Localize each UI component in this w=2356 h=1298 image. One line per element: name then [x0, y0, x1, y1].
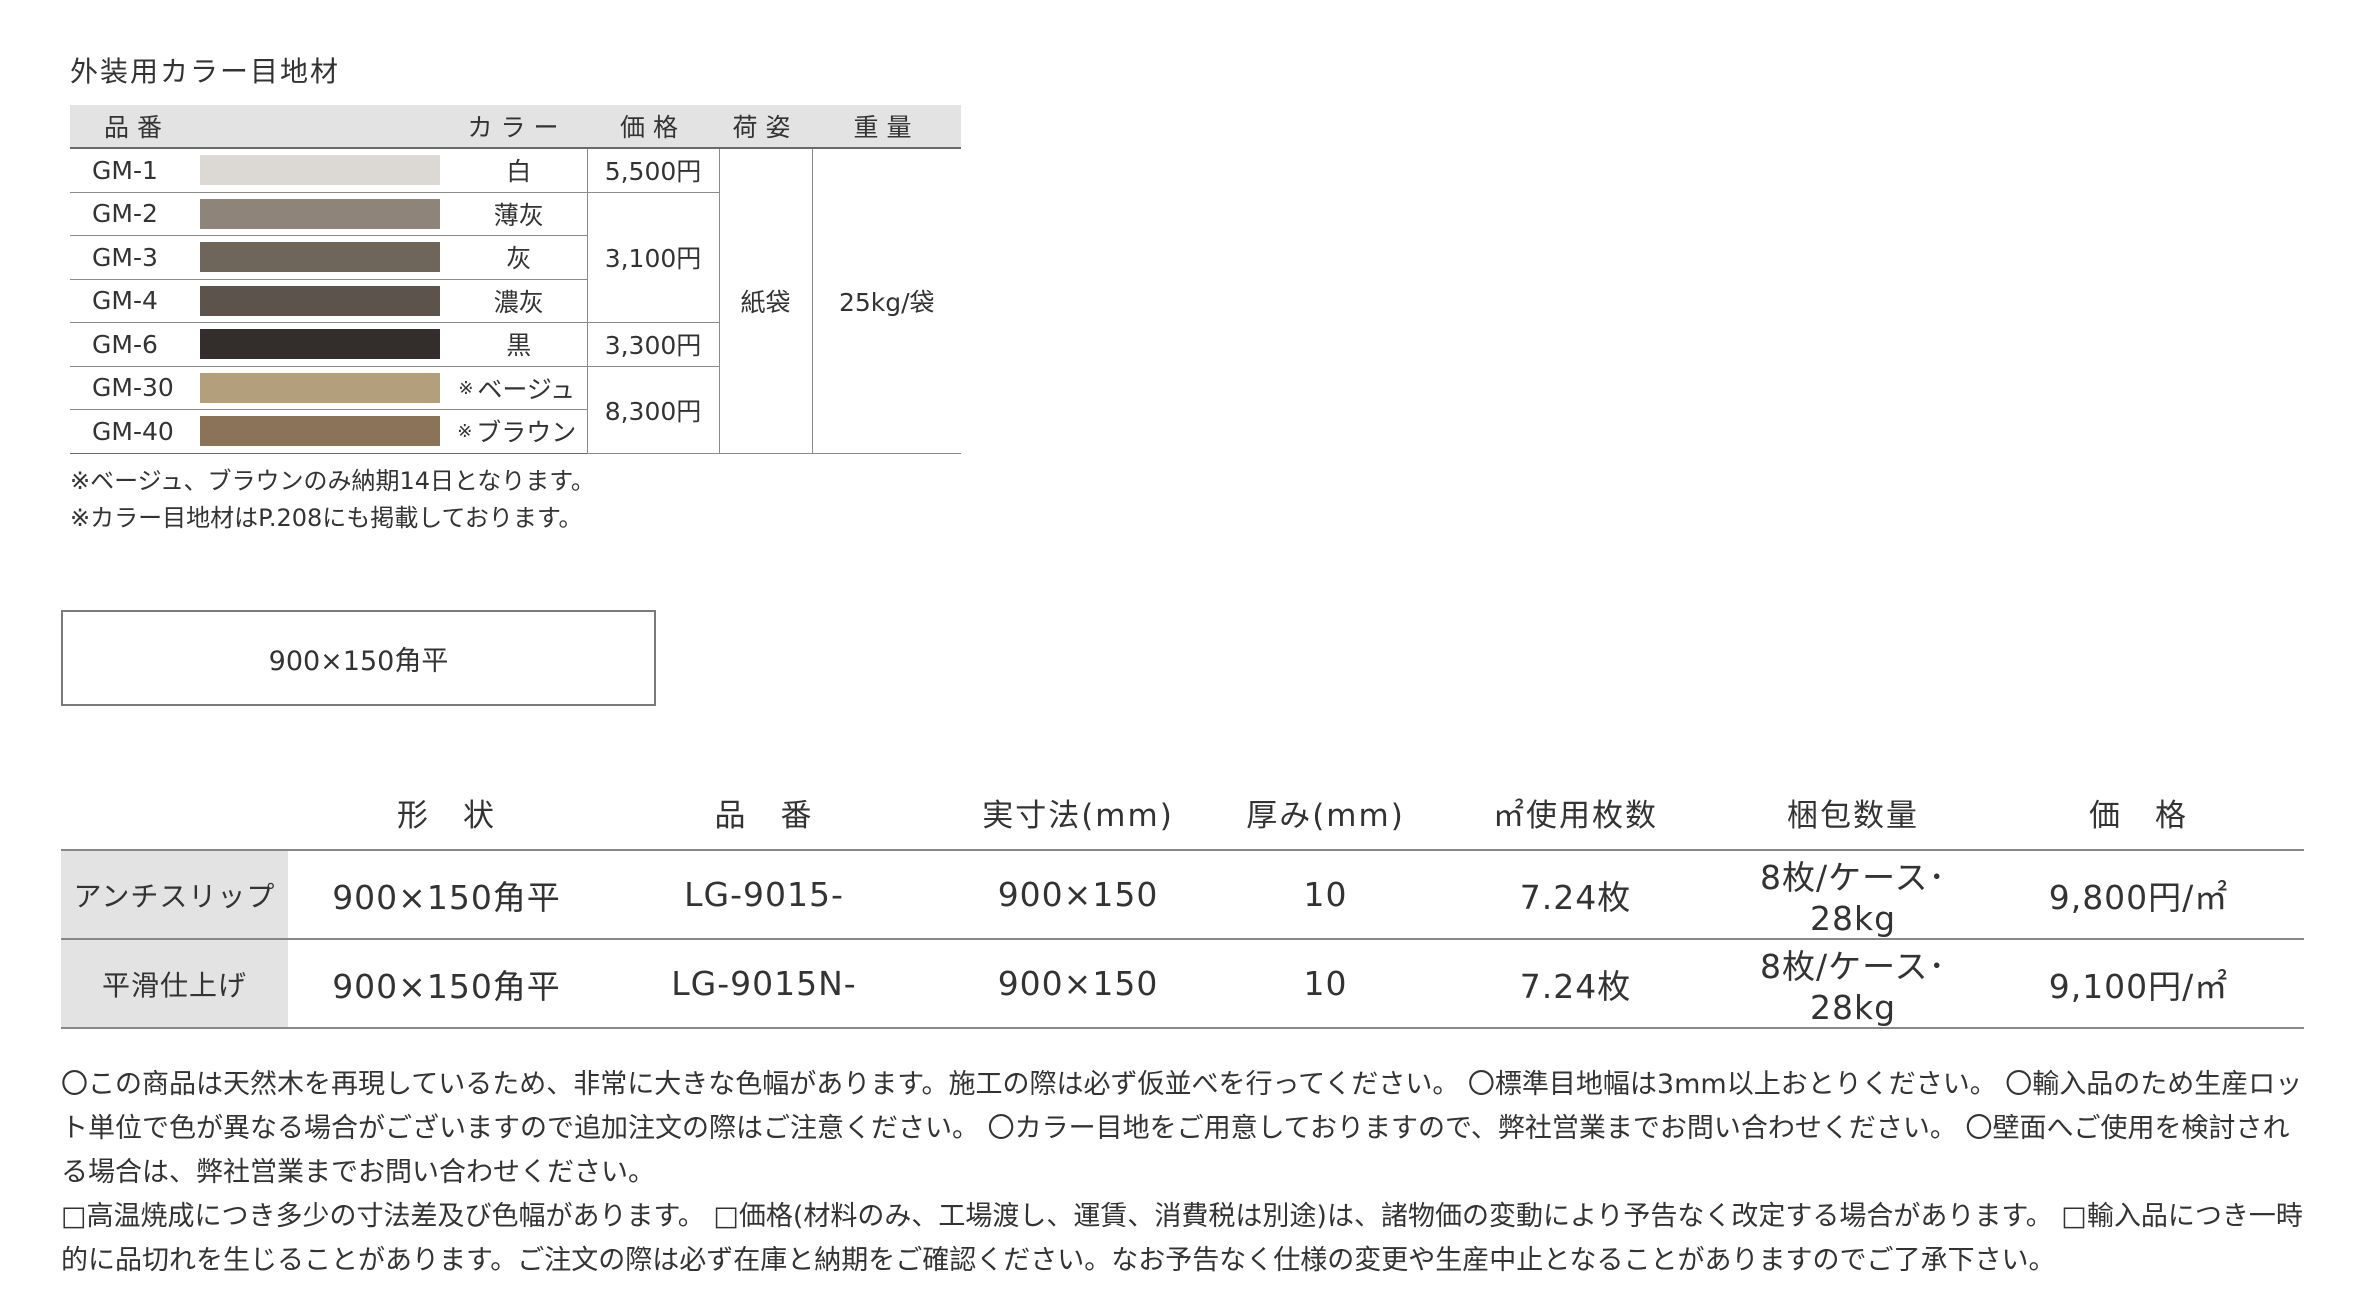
- grout-code: GM-2: [70, 192, 200, 236]
- spec-pack: 8枚/ケース･28kg: [1733, 850, 1973, 940]
- grout-code: GM-30: [70, 366, 200, 410]
- grout-color: 黒: [506, 331, 532, 361]
- grout-price: 8,300円: [586, 366, 719, 454]
- header-price: 価格: [587, 105, 719, 149]
- grout-color: ベージュ: [477, 374, 576, 404]
- grout-header-row: 品番 カラー 価格 荷姿 重量: [70, 105, 961, 149]
- grout-color: 白: [506, 157, 532, 187]
- spec-finish: 平滑仕上げ: [61, 939, 288, 1029]
- grout-code: GM-1: [70, 148, 200, 193]
- spec-header-thickness: 厚み(mm): [1233, 782, 1418, 851]
- color-swatch: [200, 416, 440, 447]
- spec-pack: 8枚/ケース･28kg: [1733, 939, 1973, 1029]
- grout-color: 灰: [506, 244, 532, 274]
- spec-row: 平滑仕上げ 900×150角平 LG-9015N- 900×150 10 7.2…: [61, 939, 2304, 1029]
- spec-header-finish: [61, 782, 288, 851]
- color-swatch: [200, 198, 440, 229]
- color-note-mark: ※: [457, 421, 473, 443]
- notes: 〇この商品は天然木を再現しているため、非常に大きな色幅があります。施工の際は必ず…: [61, 1063, 2311, 1283]
- spec-size: 900×150: [923, 850, 1233, 940]
- grout-color: 薄灰: [493, 200, 544, 230]
- grout-code: GM-3: [70, 235, 200, 280]
- color-swatch: [200, 329, 440, 360]
- spec-size: 900×150: [923, 939, 1233, 1029]
- spec-thickness: 10: [1233, 850, 1418, 940]
- product-label-box: 900×150角平: [61, 610, 656, 706]
- color-swatch: [200, 372, 440, 403]
- grout-color: 濃灰: [493, 287, 544, 317]
- spec-code: LG-9015N-: [605, 939, 923, 1029]
- spec-header-size: 実寸法(mm): [923, 782, 1233, 851]
- grout-notes: ※ベージュ、ブラウンのみ納期14日となります。 ※カラー目地材はP.208にも掲…: [70, 463, 595, 537]
- spec-price: 9,100円/㎡: [1973, 939, 2304, 1029]
- spec-header-row: 形 状 品 番 実寸法(mm) 厚み(mm) ㎡使用枚数 梱包数量 価 格: [61, 782, 2304, 851]
- spec-price: 9,800円/㎡: [1973, 850, 2304, 940]
- grout-title: 外装用カラー目地材: [70, 55, 341, 88]
- grout-table: 品番 カラー 価格 荷姿 重量 GM-1 白 5,500円 紙袋 25kg/袋 …: [70, 105, 961, 454]
- header-weight: 重量: [812, 105, 961, 149]
- grout-row: GM-1 白 5,500円 紙袋 25kg/袋: [70, 148, 961, 454]
- header-package: 荷姿: [719, 105, 812, 149]
- color-swatch: [200, 242, 440, 273]
- color-swatch: [200, 155, 440, 186]
- spec-header-price: 価 格: [1973, 782, 2304, 851]
- grout-code: GM-40: [70, 409, 200, 454]
- grout-code: GM-6: [70, 322, 200, 367]
- color-note-mark: ※: [458, 377, 474, 399]
- grout-color: ブラウン: [476, 418, 577, 448]
- spec-table: 形 状 品 番 実寸法(mm) 厚み(mm) ㎡使用枚数 梱包数量 価 格 アン…: [61, 782, 2304, 1029]
- spec-header-per-m2: ㎡使用枚数: [1418, 782, 1733, 851]
- product-label: 900×150角平: [268, 645, 449, 677]
- spec-header-pack: 梱包数量: [1733, 782, 1973, 851]
- header-color: カラー: [447, 105, 587, 149]
- spec-thickness: 10: [1233, 939, 1418, 1029]
- spec-per-m2: 7.24枚: [1418, 939, 1733, 1029]
- grout-price: 5,500円: [586, 148, 719, 193]
- grout-price: 3,100円: [586, 192, 719, 323]
- spec-per-m2: 7.24枚: [1418, 850, 1733, 940]
- spec-row: アンチスリップ 900×150角平 LG-9015- 900×150 10 7.…: [61, 850, 2304, 940]
- note-paragraph: □高温焼成につき多少の寸法差及び色幅があります。 □価格(材料のみ、工場渡し、運…: [61, 1201, 2303, 1276]
- grout-note: ※カラー目地材はP.208にも掲載しております。: [70, 504, 583, 532]
- grout-note: ※ベージュ、ブラウンのみ納期14日となります。: [70, 467, 595, 495]
- spec-code: LG-9015-: [605, 850, 923, 940]
- grout-code: GM-4: [70, 279, 200, 323]
- spec-shape: 900×150角平: [288, 939, 605, 1029]
- grout-weight: 25kg/袋: [811, 148, 961, 454]
- grout-price: 3,300円: [586, 322, 719, 367]
- spec-shape: 900×150角平: [288, 850, 605, 940]
- header-code: 品番: [70, 105, 200, 149]
- spec-header-code: 品 番: [605, 782, 923, 851]
- spec-finish: アンチスリップ: [61, 850, 288, 940]
- note-paragraph: 〇この商品は天然木を再現しているため、非常に大きな色幅があります。施工の際は必ず…: [61, 1069, 2303, 1188]
- grout-package: 紙袋: [718, 148, 812, 454]
- spec-header-shape: 形 状: [288, 782, 605, 851]
- color-swatch: [200, 285, 440, 316]
